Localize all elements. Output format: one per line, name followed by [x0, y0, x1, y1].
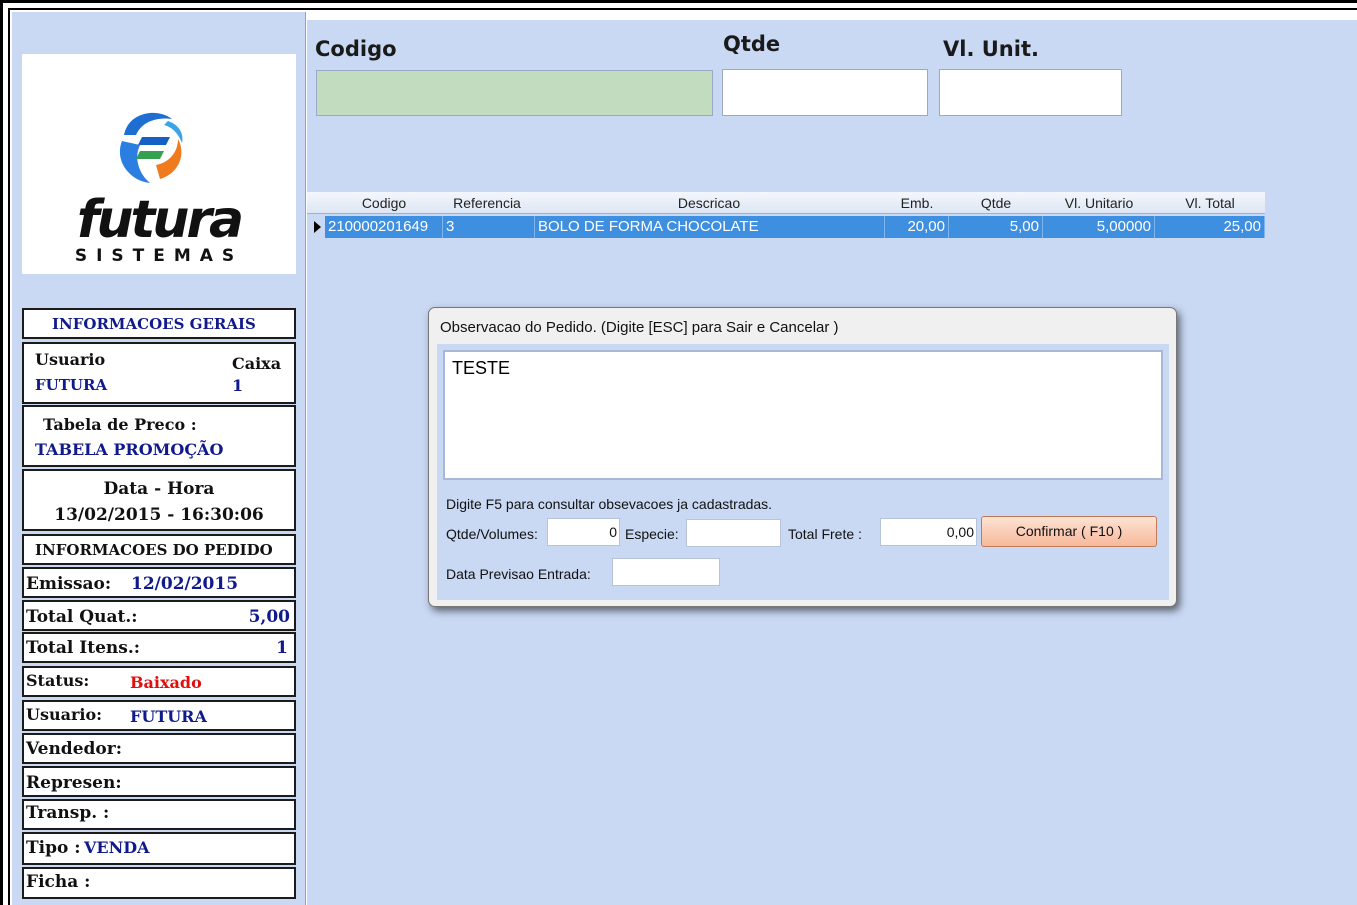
cell-codigo[interactable]: 210000201649: [325, 216, 443, 238]
dialog-title: Observacao do Pedido. (Digite [ESC] para…: [440, 319, 839, 336]
tipo-value: VENDA: [84, 838, 150, 857]
info-pedido-title: INFORMACOES DO PEDIDO: [35, 541, 273, 559]
caixa-label: Caixa: [232, 354, 282, 373]
col-descricao[interactable]: Descricao: [535, 195, 883, 211]
total-quat-value: 5,00: [248, 607, 290, 627]
tipo-row: Tipo : VENDA: [22, 832, 296, 865]
confirmar-button[interactable]: Confirmar ( F10 ): [981, 516, 1157, 547]
col-vl-unitario[interactable]: Vl. Unitario: [1043, 195, 1155, 211]
status-label: Status:: [26, 671, 90, 690]
logo-brand-text: futura: [77, 190, 241, 250]
info-gerais-header: INFORMACOES GERAIS: [22, 308, 296, 339]
qtde-volumes-input[interactable]: 0: [547, 518, 620, 546]
cell-descricao[interactable]: BOLO DE FORMA CHOCOLATE: [535, 216, 885, 238]
grid-header: Codigo Referencia Descricao Emb. Qtde Vl…: [307, 192, 1265, 214]
info-gerais-title: INFORMACOES GERAIS: [52, 315, 256, 333]
status-value: Baixado: [130, 673, 202, 692]
ficha-row: Ficha :: [22, 867, 296, 899]
vl-unit-input[interactable]: [939, 69, 1122, 116]
tabela-preco-value: TABELA PROMOÇÃO: [35, 440, 224, 459]
logo: futura SISTEMAS: [22, 54, 296, 274]
total-itens-label: Total Itens.:: [26, 638, 141, 658]
especie-input[interactable]: [686, 519, 781, 547]
represen-row: Represen:: [22, 766, 296, 797]
total-frete-input[interactable]: 0,00: [880, 518, 977, 546]
data-hora-label: Data - Hora: [103, 479, 215, 499]
info-pedido-header: INFORMACOES DO PEDIDO: [22, 534, 296, 565]
status-row: Status: Baixado: [22, 666, 296, 697]
table-row[interactable]: 210000201649 3 BOLO DE FORMA CHOCOLATE 2…: [307, 216, 1265, 238]
data-hora-box: Data - Hora 13/02/2015 - 16:30:06: [22, 469, 296, 531]
caixa-value: 1: [232, 376, 244, 395]
usuario-label: Usuario: [35, 350, 106, 369]
total-itens-row: Total Itens.: 1: [22, 632, 296, 663]
tabela-preco-label: Tabela de Preco :: [43, 415, 197, 434]
col-vl-total[interactable]: Vl. Total: [1155, 195, 1265, 211]
data-hora-value: 13/02/2015 - 16:30:06: [54, 505, 264, 525]
transp-label: Transp. :: [26, 803, 110, 823]
qtde-label: Qtde: [723, 32, 781, 56]
logo-tagline-text: SISTEMAS: [75, 246, 243, 266]
observacao-textarea[interactable]: TESTE: [443, 350, 1163, 480]
codigo-input[interactable]: [316, 70, 713, 116]
app-window: futura SISTEMAS INFORMACOES GERAIS Usuar…: [0, 0, 1357, 905]
especie-label: Especie:: [625, 526, 679, 542]
col-qtde[interactable]: Qtde: [949, 195, 1043, 211]
usuario-caixa-box: Usuario Caixa FUTURA 1: [22, 342, 296, 404]
sidebar: futura SISTEMAS INFORMACOES GERAIS Usuar…: [12, 12, 306, 905]
data-previsao-label: Data Previsao Entrada:: [446, 566, 591, 582]
codigo-label: Codigo: [315, 37, 397, 61]
usuario2-value: FUTURA: [130, 707, 207, 726]
total-itens-value: 1: [276, 638, 288, 658]
cell-qtde[interactable]: 5,00: [949, 216, 1043, 238]
ficha-label: Ficha :: [26, 872, 91, 892]
total-quat-label: Total Quat.:: [26, 607, 138, 627]
emissao-value: 12/02/2015: [131, 574, 239, 594]
cell-vl-total[interactable]: 25,00: [1155, 216, 1265, 238]
tabela-preco-box: Tabela de Preco : TABELA PROMOÇÃO: [22, 405, 296, 467]
entry-panel: Codigo Qtde Vl. Unit.: [307, 20, 1357, 188]
qtde-input[interactable]: [722, 69, 928, 116]
dialog-body: TESTE Digite F5 para consultar obsevacoe…: [437, 344, 1169, 600]
vendedor-label: Vendedor:: [26, 739, 122, 759]
total-quat-row: Total Quat.: 5,00: [22, 600, 296, 631]
transp-row: Transp. :: [22, 799, 296, 830]
col-emb[interactable]: Emb.: [885, 195, 949, 211]
cell-vl-unitario[interactable]: 5,00000: [1043, 216, 1155, 238]
col-referencia[interactable]: Referencia: [443, 195, 531, 211]
data-previsao-input[interactable]: [612, 558, 720, 586]
vendedor-row: Vendedor:: [22, 733, 296, 764]
observacao-dialog: Observacao do Pedido. (Digite [ESC] para…: [428, 307, 1177, 607]
represen-label: Represen:: [26, 773, 122, 793]
col-codigo[interactable]: Codigo: [325, 195, 443, 211]
usuario-row: Usuario: FUTURA: [22, 700, 296, 731]
vl-unit-label: Vl. Unit.: [943, 37, 1039, 61]
cell-referencia[interactable]: 3: [443, 216, 535, 238]
emissao-label: Emissao:: [26, 574, 112, 594]
tipo-label: Tipo :: [26, 838, 81, 858]
total-frete-label: Total Frete :: [788, 526, 862, 542]
qtde-volumes-label: Qtde/Volumes:: [446, 526, 538, 542]
cell-emb[interactable]: 20,00: [885, 216, 949, 238]
usuario-value: FUTURA: [35, 376, 108, 394]
futura-logo-icon: futura SISTEMAS: [75, 112, 244, 266]
f5-hint: Digite F5 para consultar obsevacoes ja c…: [446, 496, 773, 512]
emissao-row: Emissao: 12/02/2015: [22, 567, 296, 598]
usuario2-label: Usuario:: [26, 705, 103, 724]
